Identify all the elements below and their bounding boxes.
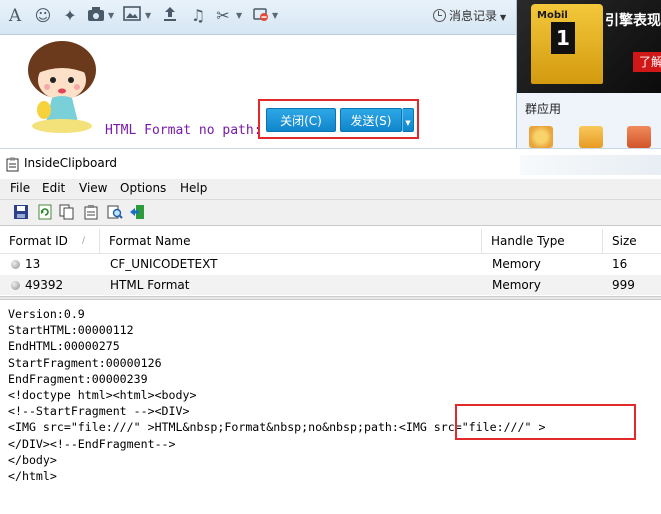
qq-chat-window: A ☺ ✦ ▼ ▼ ♫ ✂ ▼ ▼ 消息记录 ▼ HTML Format no … bbox=[0, 0, 661, 148]
toolbar bbox=[0, 200, 661, 226]
title-bar: InsideClipboard bbox=[0, 149, 661, 180]
menu-bar: File Edit View Options Help bbox=[0, 179, 661, 200]
chevron-down-icon[interactable]: ▼ bbox=[236, 11, 242, 20]
clock-icon bbox=[433, 9, 446, 22]
ad-number: 1 bbox=[551, 22, 575, 54]
refresh-icon[interactable] bbox=[37, 204, 53, 220]
column-format-name[interactable]: Format Name bbox=[100, 229, 482, 253]
block-icon[interactable] bbox=[250, 6, 270, 26]
column-format-id[interactable]: Format ID / bbox=[0, 229, 100, 253]
background-window-strip bbox=[520, 155, 661, 175]
app-folder-icon[interactable] bbox=[579, 126, 603, 148]
menu-help[interactable]: Help bbox=[180, 181, 207, 195]
emoji-icon[interactable]: ☺ bbox=[33, 6, 53, 26]
insideclipboard-window: InsideClipboard File Edit View Options H… bbox=[0, 148, 661, 514]
magic-icon[interactable]: ✦ bbox=[60, 6, 80, 26]
format-bullet-icon bbox=[11, 260, 20, 269]
menu-file[interactable]: File bbox=[10, 181, 30, 195]
chevron-down-icon: ▼ bbox=[405, 119, 411, 127]
copy-icon[interactable] bbox=[59, 204, 75, 220]
input-message-text: HTML Format no path: bbox=[105, 123, 262, 138]
ad-learn-more-button[interactable]: 了解 bbox=[633, 52, 661, 72]
chevron-down-icon: ▼ bbox=[500, 13, 507, 22]
app-vote-icon[interactable] bbox=[627, 126, 651, 148]
advertisement-banner[interactable]: Mobil 1 引擎表现 了解 bbox=[517, 0, 661, 93]
screenshot-icon[interactable] bbox=[86, 6, 106, 26]
menu-options[interactable]: Options bbox=[120, 181, 166, 195]
chevron-down-icon[interactable]: ▼ bbox=[145, 11, 151, 20]
send-button[interactable]: 发送(S) bbox=[340, 108, 402, 132]
annotation-highlight-box bbox=[455, 404, 636, 440]
format-bullet-icon bbox=[11, 281, 20, 290]
app-medal-icon[interactable] bbox=[529, 126, 553, 148]
list-header: Format ID / Format Name Handle Type Size bbox=[0, 229, 661, 254]
chevron-down-icon[interactable]: ▼ bbox=[272, 11, 278, 20]
find-icon[interactable] bbox=[107, 204, 123, 220]
properties-icon[interactable] bbox=[83, 204, 99, 220]
upload-icon[interactable] bbox=[160, 6, 180, 26]
image-icon[interactable] bbox=[122, 6, 142, 26]
save-icon[interactable] bbox=[13, 204, 29, 220]
side-panel: Mobil 1 引擎表现 了解 群应用 bbox=[516, 0, 661, 148]
ad-brand: Mobil bbox=[537, 10, 568, 21]
cartoon-girl-avatar bbox=[28, 41, 96, 133]
ad-text: 引擎表现 bbox=[605, 13, 661, 29]
scissors-icon[interactable]: ✂ bbox=[213, 6, 233, 26]
pane-splitter[interactable] bbox=[0, 296, 661, 300]
close-button[interactable]: 关闭(C) bbox=[266, 108, 336, 132]
table-row[interactable]: 49392 HTML Format Memory 999 bbox=[0, 275, 661, 295]
font-icon[interactable]: A bbox=[6, 6, 24, 26]
group-apps-label: 群应用 bbox=[525, 102, 562, 116]
chat-toolbar: A ☺ ✦ ▼ ▼ ♫ ✂ ▼ ▼ 消息记录 ▼ bbox=[0, 0, 516, 34]
sort-indicator-icon: / bbox=[82, 236, 86, 246]
window-title: InsideClipboard bbox=[24, 156, 118, 170]
exit-icon[interactable] bbox=[129, 204, 145, 220]
menu-edit[interactable]: Edit bbox=[42, 181, 65, 195]
column-handle-type[interactable]: Handle Type bbox=[482, 229, 603, 253]
send-options-button[interactable]: ▼ bbox=[402, 108, 414, 132]
clipboard-icon bbox=[6, 157, 19, 172]
table-row[interactable]: 13 CF_UNICODETEXT Memory 16 bbox=[0, 254, 661, 274]
message-history-button[interactable]: 消息记录 ▼ bbox=[433, 7, 506, 25]
music-icon[interactable]: ♫ bbox=[188, 6, 208, 26]
chevron-down-icon[interactable]: ▼ bbox=[108, 11, 114, 20]
clipboard-content-view[interactable]: Version:0.9 StartHTML:00000112 EndHTML:0… bbox=[8, 306, 545, 484]
column-size[interactable]: Size bbox=[603, 229, 661, 253]
menu-view[interactable]: View bbox=[79, 181, 107, 195]
